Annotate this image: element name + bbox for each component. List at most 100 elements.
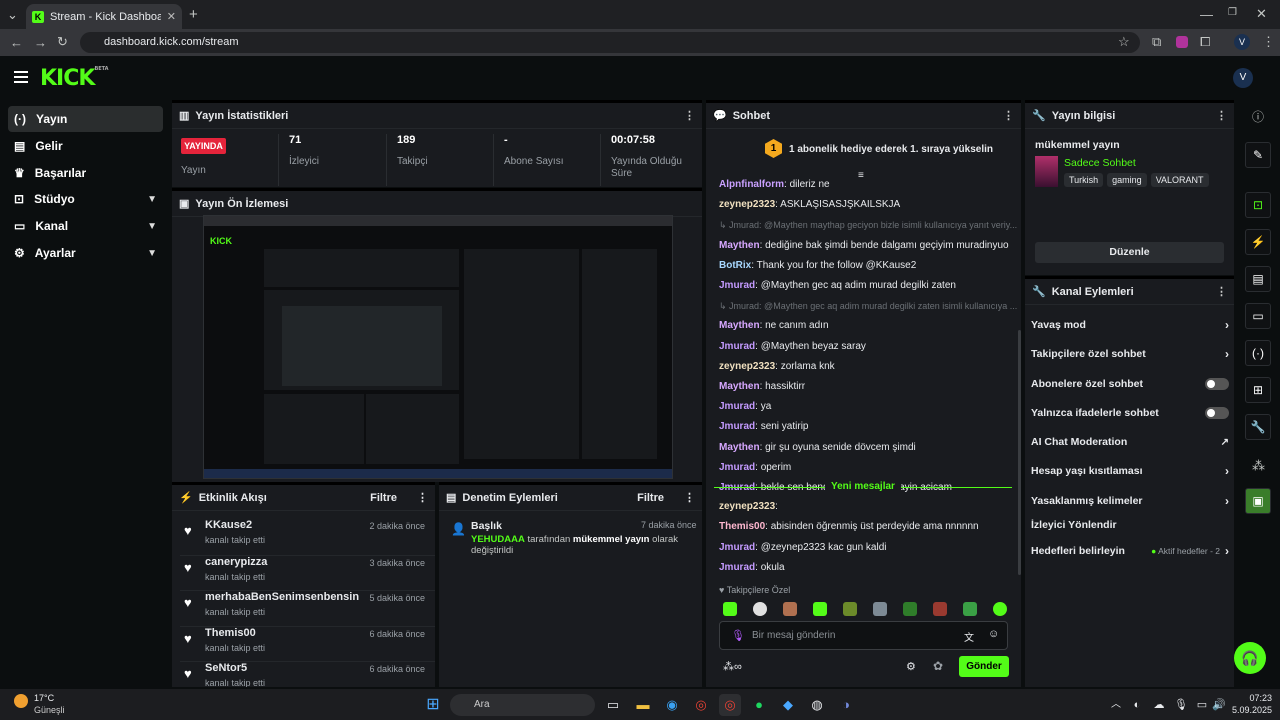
chat-username[interactable]: BotRix <box>719 260 751 271</box>
chat-username[interactable]: Jmurad <box>719 341 755 352</box>
sidebar-item-kanal[interactable]: ▭ Kanal ▼ <box>8 213 163 239</box>
sidebar-item-yayin[interactable]: (·) Yayın <box>8 106 163 132</box>
reload-icon[interactable]: ↻ <box>57 35 68 48</box>
chat-settings-icon[interactable]: ⚙ <box>906 660 916 673</box>
extensions-puzzle-icon[interactable]: ⧠ <box>1200 35 1210 48</box>
tab-search-icon[interactable]: ⌄ <box>7 8 18 21</box>
browser-tab[interactable]: K Stream - Kick Dashboard ✕ <box>26 4 182 29</box>
category-thumbnail[interactable] <box>1035 156 1058 187</box>
action-account-age[interactable]: Hesap yaşı kısıtlaması › <box>1031 461 1229 481</box>
onedrive-icon[interactable]: ☁ <box>1148 694 1170 716</box>
action-banned-words[interactable]: Yasaklanmış kelimeler › <box>1031 491 1229 511</box>
url-input[interactable]: dashboard.kick.com/stream <box>80 32 1140 53</box>
weather-desc[interactable]: Güneşli <box>34 705 65 715</box>
moderation-filter-button[interactable]: Filtre <box>637 492 664 504</box>
chat-username[interactable]: Maythen <box>719 442 760 453</box>
emote-icon[interactable] <box>843 602 857 616</box>
chat-username[interactable]: zeynep2323 <box>719 361 775 372</box>
more-options-icon[interactable]: ⋮ <box>1216 285 1227 298</box>
emotes-only-toggle[interactable] <box>1205 407 1229 419</box>
new-tab-button[interactable]: + <box>189 7 198 22</box>
emote-icon[interactable] <box>723 602 737 616</box>
app-icon[interactable]: ◆ <box>777 694 799 716</box>
more-options-icon[interactable]: ⋮ <box>1216 109 1227 122</box>
activity-filter-button[interactable]: Filtre <box>370 492 397 504</box>
bookmark-star-icon[interactable]: ☆ <box>1118 35 1130 48</box>
more-options-icon[interactable]: ⋮ <box>1003 109 1014 122</box>
maximize-icon[interactable]: ❐ <box>1228 8 1237 18</box>
chat-username[interactable]: Jmurad <box>719 542 755 553</box>
chrome-active-icon[interactable]: ◎ <box>719 694 741 716</box>
rail-capture-button[interactable]: ⊡ <box>1245 192 1271 218</box>
close-window-icon[interactable]: ✕ <box>1256 7 1267 20</box>
chat-input-box[interactable]: 🎙 Bir mesaj gönderin 文 ☺ <box>719 621 1008 650</box>
chat-username[interactable]: zeynep2323 <box>719 199 775 210</box>
action-followers-only[interactable]: Takipçilere özel sohbet › <box>1031 344 1229 364</box>
emote-icon[interactable] <box>933 602 947 616</box>
more-options-icon[interactable]: ⋮ <box>417 491 428 504</box>
emote-icon[interactable] <box>813 602 827 616</box>
chat-username[interactable]: Jmurad <box>719 562 755 573</box>
action-slow-mode[interactable]: Yavaş mod › <box>1031 315 1229 335</box>
chat-username[interactable]: Jmurad <box>719 280 755 291</box>
send-button[interactable]: Gönder <box>959 656 1009 677</box>
rail-document-button[interactable]: ▤ <box>1245 266 1271 292</box>
weather-icon[interactable] <box>14 694 28 708</box>
mic-tray-icon[interactable]: 🎙 <box>1170 694 1192 716</box>
start-icon[interactable]: ⊞ <box>422 694 444 716</box>
rail-app-button[interactable]: ▣ <box>1245 488 1271 514</box>
emote-icon[interactable] <box>993 602 1007 616</box>
rail-dots-icon[interactable]: ⁂ <box>1252 459 1265 472</box>
tag[interactable]: Turkish <box>1064 173 1104 187</box>
subscribers-only-toggle[interactable] <box>1205 378 1229 390</box>
category-name[interactable]: Sadece Sohbet <box>1064 157 1136 169</box>
emote-icon[interactable] <box>903 602 917 616</box>
action-goals[interactable]: Hedefleri belirleyin ● Aktif hedefler - 2… <box>1031 541 1229 561</box>
pinned-gift-message[interactable]: 1 abonelik hediye ederek 1. sıraya yükse… <box>789 144 993 155</box>
tag[interactable]: VALORANT <box>1150 173 1209 187</box>
discord-icon[interactable]: ◑ <box>835 694 857 716</box>
extension-icon[interactable]: ⧉ <box>1152 35 1161 48</box>
emote-icon[interactable] <box>873 602 887 616</box>
tag[interactable]: gaming <box>1107 173 1147 187</box>
sidebar-item-gelir[interactable]: ▤ Gelir <box>8 133 163 159</box>
weather-temp[interactable]: 17°C <box>34 693 54 703</box>
action-emotes-only[interactable]: Yalnızca ifadelerle sohbet <box>1031 403 1229 423</box>
chat-username[interactable]: Jmurad <box>719 401 755 412</box>
info-icon[interactable]: ⓘ <box>1252 111 1264 123</box>
emote-icon[interactable] <box>783 602 797 616</box>
action-subscribers-only[interactable]: Abonelere özel sohbet <box>1031 374 1229 394</box>
sidebar-item-studyo[interactable]: ⊡ Stüdyo ▼ <box>8 186 163 212</box>
chat-username[interactable]: Jmurad <box>719 421 755 432</box>
steam-icon[interactable]: ◍ <box>806 694 828 716</box>
rail-chat-button[interactable]: ▭ <box>1245 303 1271 329</box>
more-options-icon[interactable]: ⋮ <box>684 491 695 504</box>
rail-broadcast-button[interactable]: (·) <box>1245 340 1271 366</box>
stream-preview-video[interactable]: KICK <box>203 215 673 479</box>
action-ai-moderation[interactable]: AI Chat Moderation ↗ <box>1031 432 1229 452</box>
browser-menu-icon[interactable]: ⋮ <box>1262 35 1275 48</box>
minimize-icon[interactable]: — <box>1200 8 1213 21</box>
translate-icon[interactable]: 文 <box>964 629 974 644</box>
rail-layout-button[interactable]: ⊞ <box>1245 377 1271 403</box>
close-tab-icon[interactable]: ✕ <box>167 10 176 23</box>
rail-tools-button[interactable]: 🔧 <box>1245 414 1271 440</box>
rail-lightning-button[interactable]: ⚡ <box>1245 229 1271 255</box>
emote-icon[interactable] <box>963 602 977 616</box>
taskbar-search[interactable]: Ara <box>450 694 595 716</box>
tray-chevron-icon[interactable]: ︿ <box>1105 694 1127 716</box>
task-view-icon[interactable]: ▭ <box>602 694 624 716</box>
support-button[interactable]: 🎧 <box>1234 642 1266 674</box>
badge-icon[interactable]: ✿ <box>933 659 943 673</box>
hamburger-menu-icon[interactable] <box>14 71 28 73</box>
chat-username[interactable]: Jmurad <box>719 462 755 473</box>
microphone-icon[interactable]: 🎙 <box>731 629 745 642</box>
rail-edit-button[interactable]: ✎ <box>1245 142 1271 168</box>
sidebar-item-ayarlar[interactable]: ⚙ Ayarlar ▼ <box>8 240 163 266</box>
chrome-icon[interactable]: ◎ <box>690 694 712 716</box>
back-icon[interactable]: ← <box>10 36 23 49</box>
chat-input-placeholder[interactable]: Bir mesaj gönderin <box>752 630 835 641</box>
file-explorer-icon[interactable]: ▬ <box>632 694 654 716</box>
forward-icon[interactable]: → <box>34 36 47 49</box>
action-host[interactable]: İzleyici Yönlendir <box>1031 515 1229 535</box>
